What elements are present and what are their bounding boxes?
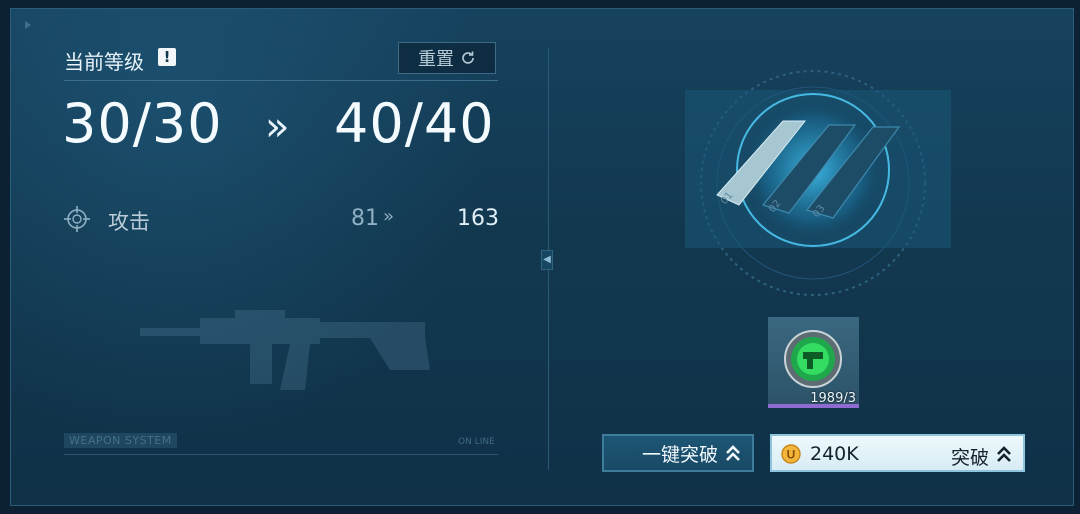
weapon-system-tag: WEAPON SYSTEM	[64, 433, 177, 448]
rifle-silhouette-icon	[140, 310, 430, 390]
coin-glyph: U	[787, 448, 796, 462]
level-current: 30/30	[62, 92, 223, 155]
header-divider	[64, 80, 498, 81]
crosshair-icon	[64, 206, 90, 232]
double-chevron-up-icon	[997, 446, 1011, 462]
breakthrough-cost: 240K	[810, 443, 859, 465]
coin-icon: U	[781, 444, 801, 464]
level-arrow: »	[265, 104, 290, 150]
green-gem-icon	[784, 330, 842, 388]
warning-icon[interactable]: !	[158, 48, 176, 66]
breakthrough-button[interactable]: U 240K 突破	[770, 434, 1025, 472]
material-item-slot[interactable]: 1989/3	[768, 317, 859, 408]
stat-next-value: 163	[457, 206, 499, 231]
double-chevron-up-icon	[726, 445, 740, 461]
back-arrow-icon[interactable]	[25, 21, 31, 29]
reset-button[interactable]: 重置	[398, 42, 496, 74]
one-click-label: 一键突破	[641, 443, 718, 466]
one-click-breakthrough-button[interactable]: 一键突破	[602, 434, 754, 472]
stat-label-attack: 攻击	[108, 210, 150, 234]
current-level-label: 当前等级	[64, 50, 144, 74]
stat-arrow: »	[383, 206, 395, 227]
level-next: 40/40	[334, 92, 495, 155]
stat-current-value: 81	[351, 206, 379, 231]
online-tag: ON LINE	[458, 437, 495, 447]
breakthrough-emblem: 01 02 03	[685, 70, 951, 296]
footer-divider	[64, 454, 498, 455]
collapse-arrow-icon[interactable]: ◀	[541, 250, 553, 270]
refresh-icon	[462, 51, 474, 64]
rarity-bar	[768, 404, 859, 408]
reset-label: 重置	[418, 49, 454, 70]
breakthrough-label: 突破	[950, 447, 989, 469]
